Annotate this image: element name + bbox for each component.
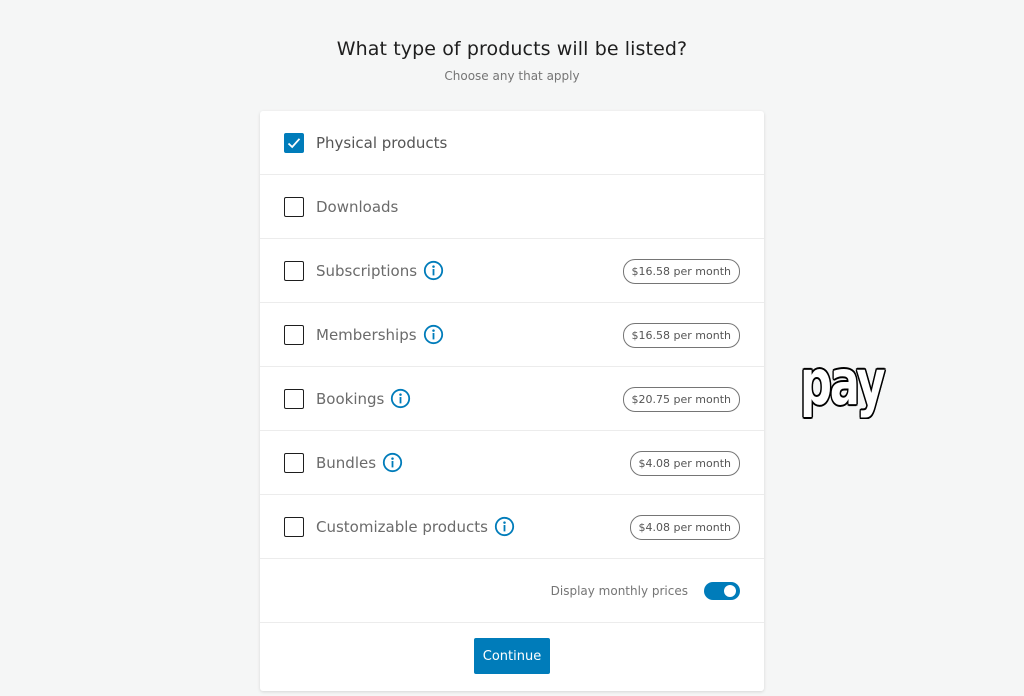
toggle-knob xyxy=(724,584,736,597)
price-badge: $16.58 per month xyxy=(622,259,740,284)
product-row-downloads: Downloads xyxy=(260,175,764,239)
checkbox-customizable-products[interactable] xyxy=(284,516,304,537)
continue-button[interactable]: Continue xyxy=(474,638,550,674)
checkbox-memberships[interactable] xyxy=(284,324,304,345)
product-row-physical-products: Physical products xyxy=(260,111,764,175)
product-label[interactable]: Downloads xyxy=(316,198,398,216)
product-label[interactable]: Customizable products xyxy=(316,518,488,536)
monthly-prices-label: Display monthly prices xyxy=(550,583,688,598)
checkbox-bookings[interactable] xyxy=(284,388,304,409)
product-row-bundles: Bundles $4.08 per month xyxy=(260,431,764,495)
price-badge: $4.08 per month xyxy=(629,515,740,540)
price-badge: $20.75 per month xyxy=(622,387,740,412)
pay-sticker: pay xyxy=(800,346,885,419)
monthly-prices-row: Display monthly prices xyxy=(260,559,764,623)
info-icon[interactable] xyxy=(423,324,444,345)
product-label[interactable]: Physical products xyxy=(316,134,447,152)
product-label[interactable]: Bundles xyxy=(316,454,376,472)
page-title: What type of products will be listed? xyxy=(336,38,688,60)
checkbox-subscriptions[interactable] xyxy=(284,260,304,281)
price-badge: $16.58 per month xyxy=(622,323,740,348)
product-label[interactable]: Bookings xyxy=(316,390,384,408)
checkbox-physical-products[interactable] xyxy=(284,132,304,153)
product-type-list: Physical products Downloads Subscriptions $… xyxy=(260,111,764,559)
product-row-subscriptions: Subscriptions $16.58 per month xyxy=(260,239,764,303)
monthly-prices-toggle[interactable] xyxy=(704,581,740,600)
card-footer: Continue xyxy=(260,623,764,689)
info-icon[interactable] xyxy=(423,260,444,281)
product-label[interactable]: Memberships xyxy=(316,326,417,344)
page-subtitle: Choose any that apply xyxy=(444,69,580,83)
product-types-card: Physical products Downloads Subscriptions $… xyxy=(260,111,764,691)
product-row-customizable-products: Customizable products $4.08 per month xyxy=(260,495,764,559)
price-badge: $4.08 per month xyxy=(629,451,740,476)
page-header: What type of products will be listed? Ch… xyxy=(0,38,1024,83)
product-row-memberships: Memberships $16.58 per month xyxy=(260,303,764,367)
checkbox-bundles[interactable] xyxy=(284,452,304,473)
info-icon[interactable] xyxy=(382,452,403,473)
info-icon[interactable] xyxy=(390,388,411,409)
checkmark-icon xyxy=(287,137,301,148)
checkbox-downloads[interactable] xyxy=(284,196,304,217)
product-label[interactable]: Subscriptions xyxy=(316,262,417,280)
info-icon[interactable] xyxy=(494,516,515,537)
product-row-bookings: Bookings $20.75 per month xyxy=(260,367,764,431)
